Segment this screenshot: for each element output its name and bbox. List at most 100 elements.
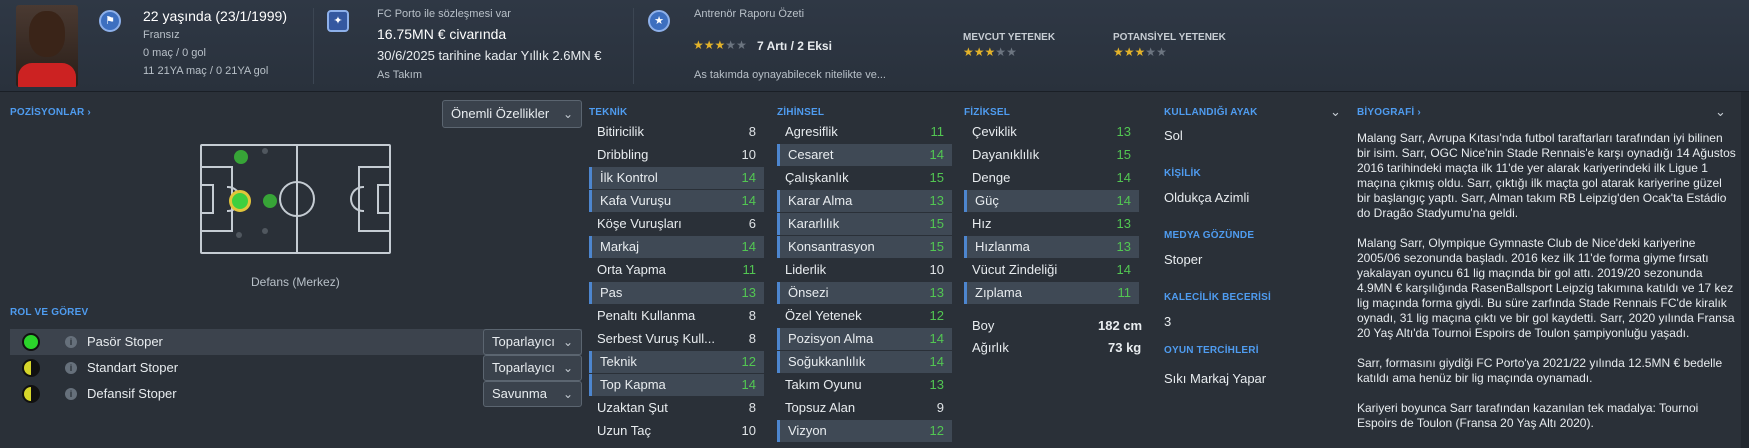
positions-title[interactable]: POZİSYONLAR › <box>10 107 91 118</box>
attribute-value: 8 <box>748 308 756 323</box>
chevron-down-icon[interactable]: ⌄ <box>1330 104 1341 120</box>
duty-dropdown[interactable]: Toparlayıcı ⌄ <box>483 355 582 381</box>
attribute-row[interactable]: Bitiricilik 8 <box>589 121 764 143</box>
attribute-row[interactable]: Vizyon 12 <box>777 420 952 442</box>
position-dot-selected[interactable] <box>229 190 251 212</box>
attribute-row[interactable]: Soğukkanlılık 14 <box>777 351 952 373</box>
attribute-row[interactable]: Markaj 14 <box>589 236 764 258</box>
attribute-filter-dropdown[interactable]: Önemli Özellikler ⌄ <box>442 100 582 128</box>
position-dot-empty[interactable] <box>262 228 268 234</box>
attribute-row[interactable]: Uzaktan Şut 8 <box>589 397 764 419</box>
role-row[interactable]: i Defansif Stoper Savunma ⌄ <box>10 381 582 407</box>
attribute-row[interactable]: Vücut Zindeliği 14 <box>964 259 1139 281</box>
star-badge-icon[interactable]: ★ <box>648 10 670 32</box>
info-icon[interactable]: i <box>65 336 77 348</box>
attribute-name: Orta Yapma <box>597 262 666 277</box>
attribute-value: 11 <box>1117 285 1132 300</box>
role-rating-circle <box>22 333 40 351</box>
attribute-value: 13 <box>929 377 944 392</box>
attribute-name: Denge <box>972 170 1011 185</box>
position-dot-empty[interactable] <box>262 148 268 154</box>
attribute-name: Kararlılık <box>788 216 840 231</box>
attribute-row[interactable]: Pas 13 <box>589 282 764 304</box>
attribute-value: 12 <box>929 308 944 323</box>
attribute-value: 9 <box>936 400 944 415</box>
attribute-row[interactable]: Cesaret 14 <box>777 144 952 166</box>
biography-paragraph: Sarr, formasını giydiği FC Porto'ya 2021… <box>1357 356 1723 385</box>
attribute-row[interactable]: Uzun Taç 10 <box>589 420 764 442</box>
attribute-name: Agresiflik <box>785 124 838 139</box>
attribute-value: 14 <box>741 170 756 185</box>
height-value: 182 cm <box>1098 318 1143 333</box>
personality-title: KİŞİLİK <box>1164 168 1201 179</box>
attribute-row[interactable]: Kafa Vuruşu 14 <box>589 190 764 212</box>
nationality-badge-icon[interactable]: ⚑ <box>99 10 121 32</box>
attribute-name: Kafa Vuruşu <box>600 193 672 208</box>
club-crest-icon[interactable]: ✦ <box>327 10 349 32</box>
attribute-value: 10 <box>929 262 944 277</box>
attribute-name: Pozisyon Alma <box>788 331 874 346</box>
attribute-row[interactable]: Pozisyon Alma 14 <box>777 328 952 350</box>
attribute-name: Özel Yetenek <box>785 308 862 323</box>
player-nationality: Fransız <box>143 29 180 41</box>
attribute-row[interactable]: Zıplama 11 <box>964 282 1139 304</box>
report-title[interactable]: Antrenör Raporu Özeti <box>694 8 804 20</box>
attribute-row[interactable]: Kararlılık 15 <box>777 213 952 235</box>
biography-title[interactable]: BİYOGRAFİ › <box>1357 107 1421 118</box>
attribute-name: Konsantrasyon <box>788 239 875 254</box>
attribute-name: Önsezi <box>788 285 829 300</box>
position-dot-natural[interactable] <box>234 150 248 164</box>
attribute-row[interactable]: Orta Yapma 11 <box>589 259 764 281</box>
position-dot-natural[interactable] <box>263 194 277 208</box>
attribute-row[interactable]: Konsantrasyon 15 <box>777 236 952 258</box>
attribute-value: 8 <box>748 331 756 346</box>
attribute-value: 10 <box>741 147 756 162</box>
role-row[interactable]: i Pasör Stoper Toparlayıcı ⌄ <box>10 329 582 355</box>
attribute-row[interactable]: Agresiflik 11 <box>777 121 952 143</box>
attribute-row[interactable]: Hız 13 <box>964 213 1139 235</box>
attribute-row[interactable]: Top Kapma 14 <box>589 374 764 396</box>
attribute-row[interactable]: Dribbling 10 <box>589 144 764 166</box>
attribute-row[interactable]: Güç 14 <box>964 190 1139 212</box>
attribute-value: 10 <box>741 423 756 438</box>
attribute-value: 13 <box>1116 216 1131 231</box>
attribute-name: Hız <box>972 216 992 231</box>
attribute-row[interactable]: Topsuz Alan 9 <box>777 397 952 419</box>
potential-ability-stars: ★★★★★ <box>1113 45 1167 59</box>
attribute-value: 14 <box>741 239 756 254</box>
divider <box>633 8 634 84</box>
attribute-value: 6 <box>748 216 756 231</box>
attribute-row[interactable]: Karar Alma 13 <box>777 190 952 212</box>
duty-dropdown[interactable]: Savunma ⌄ <box>483 381 582 407</box>
position-dot-empty[interactable] <box>236 232 242 238</box>
attribute-row[interactable]: İlk Kontrol 14 <box>589 167 764 189</box>
attribute-value: 14 <box>929 354 944 369</box>
attribute-row[interactable]: Çeviklik 13 <box>964 121 1139 143</box>
attribute-name: Liderlik <box>785 262 827 277</box>
attribute-row[interactable]: Önsezi 13 <box>777 282 952 304</box>
role-row[interactable]: i Standart Stoper Toparlayıcı ⌄ <box>10 355 582 381</box>
attribute-row[interactable]: Liderlik 10 <box>777 259 952 281</box>
attribute-value: 14 <box>1116 193 1131 208</box>
attribute-row[interactable]: Özel Yetenek 12 <box>777 305 952 327</box>
attribute-name: Teknik <box>600 354 637 369</box>
attribute-row[interactable]: Teknik 12 <box>589 351 764 373</box>
mental-title: ZİHİNSEL <box>777 107 825 118</box>
personality-value: Oldukça Azimli <box>1164 190 1250 205</box>
duty-dropdown[interactable]: Toparlayıcı ⌄ <box>483 329 582 355</box>
player-age: 22 yaşında (23/1/1999) <box>143 8 287 24</box>
attribute-row[interactable]: Çalışkanlık 15 <box>777 167 952 189</box>
attribute-row[interactable]: Penaltı Kullanma 8 <box>589 305 764 327</box>
media-title: MEDYA GÖZÜNDE <box>1164 230 1255 241</box>
chevron-down-icon[interactable]: ⌄ <box>1715 104 1726 120</box>
attribute-row[interactable]: Takım Oyunu 13 <box>777 374 952 396</box>
info-icon[interactable]: i <box>65 362 77 374</box>
attribute-row[interactable]: Köşe Vuruşları 6 <box>589 213 764 235</box>
info-icon[interactable]: i <box>65 388 77 400</box>
attribute-row[interactable]: Denge 14 <box>964 167 1139 189</box>
attribute-row[interactable]: Hızlanma 13 <box>964 236 1139 258</box>
attribute-value: 13 <box>741 285 756 300</box>
attribute-row[interactable]: Serbest Vuruş Kull... 8 <box>589 328 764 350</box>
scrollbar[interactable] <box>1741 92 1749 448</box>
attribute-row[interactable]: Dayanıklılık 15 <box>964 144 1139 166</box>
